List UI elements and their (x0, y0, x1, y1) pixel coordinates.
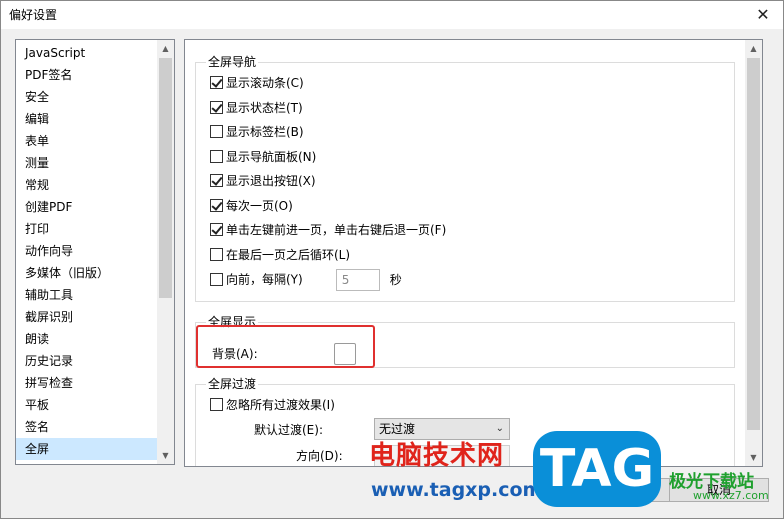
scroll-down-icon[interactable]: ▼ (745, 449, 762, 466)
checkbox-icon[interactable] (210, 398, 223, 411)
ignore-transitions-checkbox[interactable]: 忽略所有过渡效果(I) (210, 395, 335, 415)
nav-option-checkbox[interactable]: 显示标签栏(B) (210, 122, 304, 142)
watermark-site-url: www.xz7.com (693, 489, 769, 502)
category-item[interactable]: 多媒体（旧版） (16, 262, 158, 284)
nav-option-checkbox[interactable]: 每次一页(O) (210, 196, 293, 216)
checkbox-label: 显示滚动条(C) (226, 76, 304, 90)
category-item[interactable]: 编辑 (16, 108, 158, 130)
group-title: 全屏导航 (206, 54, 259, 70)
category-item[interactable]: 辅助工具 (16, 284, 158, 306)
window-title: 偏好设置 (9, 8, 58, 22)
checkbox-label: 显示导航面板(N) (226, 149, 317, 164)
category-item[interactable]: PDF签名 (16, 64, 158, 86)
nav-option-checkbox[interactable]: 显示滚动条(C) (210, 73, 304, 93)
category-item[interactable]: 创建PDF (16, 196, 158, 218)
checkbox-label: 每次一页(O) (226, 198, 293, 213)
nav-option-checkbox[interactable]: 在最后一页之后循环(L) (210, 245, 350, 265)
category-item[interactable]: 表单 (16, 130, 158, 152)
scroll-down-icon[interactable]: ▼ (157, 447, 174, 464)
watermark-logo: TAG (533, 431, 661, 507)
nav-option-checkbox[interactable]: 显示退出按钮(X) (210, 171, 316, 191)
nav-option-checkbox[interactable]: 显示状态栏(T) (210, 98, 303, 118)
seconds-label: 秒 (389, 272, 402, 287)
checkbox-icon[interactable] (210, 149, 223, 163)
nav-option-checkbox[interactable]: 单击左键前进一页，单击右键后退一页(F) (210, 220, 446, 240)
title-bar: 偏好设置 ✕ (1, 1, 783, 29)
checkbox-checked-icon[interactable] (210, 100, 223, 114)
category-scrollbar[interactable]: ▲ ▼ (157, 40, 174, 464)
category-item[interactable]: 拼写检查 (16, 372, 158, 394)
background-color-picker[interactable] (334, 343, 356, 365)
category-item[interactable]: 安全 (16, 86, 158, 108)
settings-scrollbar[interactable]: ▲ ▼ (745, 40, 762, 466)
category-item[interactable]: 测量 (16, 152, 158, 174)
checkbox-checked-icon[interactable] (210, 174, 223, 187)
scroll-thumb[interactable] (159, 58, 172, 298)
checkbox-checked-icon[interactable] (210, 223, 223, 236)
category-item[interactable]: 全屏 (16, 438, 158, 460)
watermark-url: www.tagxp.com (371, 479, 543, 501)
settings-panel: 全屏导航 显示滚动条(C) 显示状态栏(T) 显示标签栏(B) 显示导航面板(N) 显示… (184, 39, 763, 467)
checkbox-label: 单击左键前进一页，单击右键后退一页(F) (226, 223, 447, 237)
checkbox-label: 在最后一页之后循环(L) (226, 247, 351, 262)
nav-option-checkbox[interactable]: 显示导航面板(N) (210, 147, 316, 167)
background-label: 背景(A): (212, 347, 258, 361)
category-item[interactable]: 签名 (16, 416, 158, 438)
checkbox-checked-icon[interactable] (210, 76, 223, 89)
scroll-up-icon[interactable]: ▲ (157, 40, 174, 57)
scroll-up-icon[interactable]: ▲ (745, 40, 762, 57)
checkbox-icon[interactable] (210, 125, 223, 138)
category-item[interactable]: 平板 (16, 394, 158, 416)
checkbox-label: 显示状态栏(T) (226, 100, 303, 115)
select-value: 无过渡 (379, 422, 416, 436)
default-transition-label: 默认过渡(E): (254, 423, 323, 437)
preferences-dialog: 偏好设置 ✕ JavaScript PDF签名 安全 编辑 表单 测量 常规 创建PDF 打印动… (0, 0, 784, 519)
scroll-thumb[interactable] (747, 58, 760, 430)
watermark-text: 电脑技术网 (369, 441, 505, 471)
fullscreen-nav-group: 全屏导航 显示滚动条(C) 显示状态栏(T) 显示标签栏(B) 显示导航面板(N) 显示… (195, 54, 735, 302)
checkbox-label: 显示退出按钮(X) (226, 174, 316, 188)
checkbox-checked-icon[interactable] (210, 198, 223, 212)
category-item[interactable]: 设置面板 (16, 460, 158, 464)
group-title: 全屏过渡 (206, 376, 259, 392)
direction-label: 方向(D): (296, 449, 343, 463)
checkbox-label: 向前，每隔(Y) (226, 272, 303, 287)
category-item[interactable]: 朗读 (16, 328, 158, 350)
checkbox-icon[interactable] (210, 272, 223, 286)
checkbox-label: 显示标签栏(B) (226, 125, 304, 139)
category-item[interactable]: 常规 (16, 174, 158, 196)
category-item[interactable]: 历史记录 (16, 350, 158, 372)
category-item[interactable]: 截屏识别 (16, 306, 158, 328)
close-icon[interactable]: ✕ (753, 5, 773, 25)
highlight-annotation: 背景(A): (196, 325, 375, 368)
category-item[interactable]: 打印 (16, 218, 158, 240)
nav-option-checkbox[interactable]: 向前，每隔(Y) 5 秒 (210, 269, 402, 291)
category-list[interactable]: JavaScript PDF签名 安全 编辑 表单 测量 常规 创建PDF 打印 动作向导 多媒体（… (15, 39, 175, 465)
category-item[interactable]: 动作向导 (16, 240, 158, 262)
interval-input[interactable]: 5 (335, 269, 380, 291)
category-item[interactable]: JavaScript (16, 42, 158, 64)
checkbox-icon[interactable] (210, 247, 223, 261)
checkbox-label: 忽略所有过渡效果(I) (226, 398, 335, 412)
